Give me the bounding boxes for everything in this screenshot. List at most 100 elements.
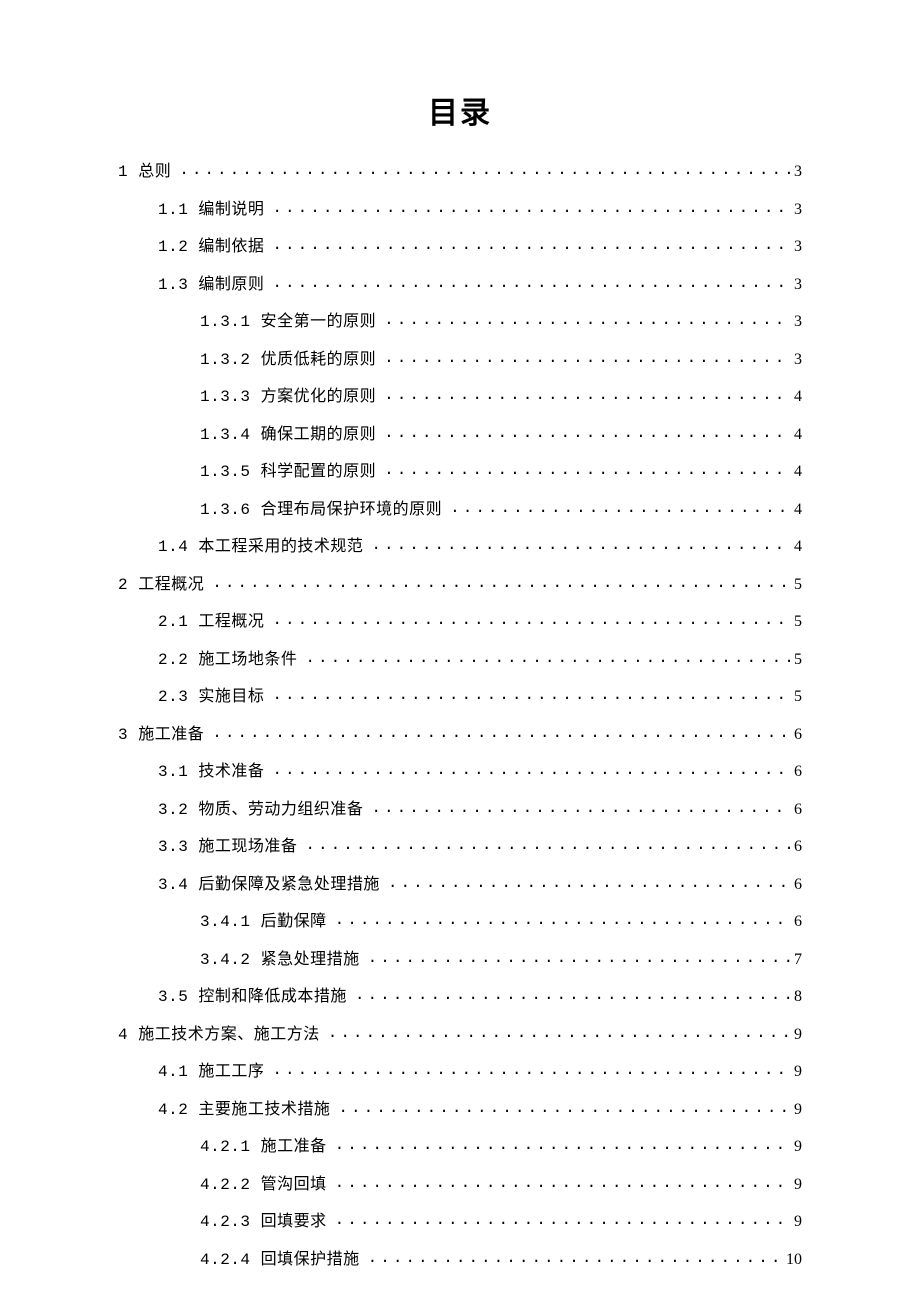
- toc-entry-label: 1.1 编制说明: [158, 202, 264, 218]
- toc-entry: 4.2.2 管沟回填 9: [118, 1173, 802, 1193]
- toc-entry-label: 2.2 施工场地条件: [158, 652, 297, 668]
- toc-leader-dots: [384, 460, 790, 476]
- toc-entry: 2.2 施工场地条件 5: [118, 648, 802, 668]
- toc-entry-label: 3.4.2 紧急处理措施: [200, 952, 360, 968]
- toc-entry: 1.3.2 优质低耗的原则 3: [118, 348, 802, 368]
- toc-entry-page: 6: [794, 802, 802, 818]
- toc-entry-page: 4: [794, 539, 802, 555]
- toc-entry: 1.4 本工程采用的技术规范 4: [118, 535, 802, 555]
- toc-entry: 1.2 编制依据 3: [118, 235, 802, 255]
- toc-entry-page: 5: [794, 652, 802, 668]
- toc-entry-label: 4.2 主要施工技术措施: [158, 1102, 330, 1118]
- toc-entry-label: 3.1 技术准备: [158, 764, 264, 780]
- toc-leader-dots: [355, 985, 790, 1001]
- toc-leader-dots: [450, 498, 790, 514]
- toc-entry: 2.3 实施目标 5: [118, 685, 802, 705]
- toc-entry-page: 7: [794, 952, 802, 968]
- toc-leader-dots: [368, 1248, 782, 1264]
- toc-entry-label: 2.3 实施目标: [158, 689, 264, 705]
- toc-entry-page: 4: [794, 389, 802, 405]
- document-page: 目录 1 总则31.1 编制说明31.2 编制依据31.3 编制原则31.3.1…: [0, 0, 920, 1268]
- toc-entry-label: 3 施工准备: [118, 727, 204, 743]
- toc-entry-label: 4.2.2 管沟回填: [200, 1177, 327, 1193]
- toc-entry-page: 3: [794, 202, 802, 218]
- toc-entry-label: 3.2 物质、劳动力组织准备: [158, 802, 363, 818]
- toc-entry: 1 总则3: [118, 160, 802, 180]
- toc-entry: 4.2.1 施工准备9: [118, 1135, 802, 1155]
- toc-entry: 2.1 工程概况5: [118, 610, 802, 630]
- toc-leader-dots: [179, 160, 790, 176]
- toc-entry-label: 1.3.4 确保工期的原则: [200, 427, 376, 443]
- toc-leader-dots: [371, 535, 790, 551]
- toc-leader-dots: [272, 235, 790, 251]
- toc-entry: 3.1 技术准备 6: [118, 760, 802, 780]
- toc-entry-page: 4: [794, 502, 802, 518]
- toc-leader-dots: [272, 685, 790, 701]
- toc-leader-dots: [335, 1173, 790, 1189]
- toc-leader-dots: [305, 835, 790, 851]
- toc-entry: 2 工程概况 5: [118, 573, 802, 593]
- toc-leader-dots: [384, 348, 790, 364]
- toc-entry-label: 1 总则: [118, 164, 171, 180]
- toc-entry: 3.2 物质、劳动力组织准备 6: [118, 798, 802, 818]
- toc-entry-label: 2 工程概况: [118, 577, 204, 593]
- toc-entry-page: 6: [794, 727, 802, 743]
- toc-entry-page: 9: [794, 1214, 802, 1230]
- toc-entry-label: 4 施工技术方案、施工方法: [118, 1027, 320, 1043]
- toc-entry-page: 3: [794, 239, 802, 255]
- toc-entry-label: 1.3.1 安全第一的原则: [200, 314, 376, 330]
- toc-entry-page: 3: [794, 277, 802, 293]
- toc-entry: 3.3 施工现场准备 6: [118, 835, 802, 855]
- toc-entry-page: 9: [794, 1064, 802, 1080]
- toc-entry-page: 5: [794, 689, 802, 705]
- toc-entry: 3.4 后勤保障及紧急处理措施 6: [118, 873, 802, 893]
- toc-entry-page: 3: [794, 352, 802, 368]
- toc-entry: 4.2.4 回填保护措施10: [118, 1248, 802, 1268]
- toc-entry: 3.4.1 后勤保障 6: [118, 910, 802, 930]
- toc-entry-page: 4: [794, 464, 802, 480]
- toc-entry-label: 1.3 编制原则: [158, 277, 264, 293]
- toc-entry: 1.3.4 确保工期的原则4: [118, 423, 802, 443]
- toc-entry-page: 3: [794, 314, 802, 330]
- toc-entry: 1.1 编制说明 3: [118, 198, 802, 218]
- toc-entry-label: 1.3.3 方案优化的原则: [200, 389, 376, 405]
- toc-leader-dots: [272, 273, 790, 289]
- toc-entry: 3 施工准备 6: [118, 723, 802, 743]
- toc-entry-label: 3.3 施工现场准备: [158, 839, 297, 855]
- toc-entry: 4 施工技术方案、施工方法9: [118, 1023, 802, 1043]
- toc-entry-page: 5: [794, 614, 802, 630]
- toc-leader-dots: [272, 610, 790, 626]
- toc-entry: 1.3.6 合理布局保护环境的原则4: [118, 498, 802, 518]
- toc-entry: 1.3.1 安全第一的原则 3: [118, 310, 802, 330]
- toc-entry-page: 9: [794, 1102, 802, 1118]
- toc-entry-page: 5: [794, 577, 802, 593]
- toc-entry: 1.3.5 科学配置的原则4: [118, 460, 802, 480]
- toc-entry-label: 4.2.3 回填要求: [200, 1214, 327, 1230]
- toc-entry-label: 1.2 编制依据: [158, 239, 264, 255]
- toc-entry-page: 6: [794, 764, 802, 780]
- toc-leader-dots: [384, 385, 790, 401]
- toc-leader-dots: [328, 1023, 790, 1039]
- toc-entry-page: 8: [794, 989, 802, 1005]
- toc-leader-dots: [384, 423, 790, 439]
- toc-leader-dots: [335, 910, 790, 926]
- toc-leader-dots: [272, 198, 790, 214]
- toc-entry: 3.4.2 紧急处理措施 7: [118, 948, 802, 968]
- toc-entry: 4.1 施工工序 9: [118, 1060, 802, 1080]
- toc-leader-dots: [335, 1210, 790, 1226]
- toc-entry-label: 3.4.1 后勤保障: [200, 914, 327, 930]
- toc-entry-page: 6: [794, 914, 802, 930]
- toc-entry-label: 1.4 本工程采用的技术规范: [158, 539, 363, 555]
- toc-leader-dots: [388, 873, 790, 889]
- toc-entry-label: 4.1 施工工序: [158, 1064, 264, 1080]
- toc-entry-label: 4.2.4 回填保护措施: [200, 1252, 360, 1268]
- toc-entry-page: 9: [794, 1177, 802, 1193]
- toc-leader-dots: [384, 310, 790, 326]
- toc-entry-label: 3.4 后勤保障及紧急处理措施: [158, 877, 380, 893]
- toc-list: 1 总则31.1 编制说明31.2 编制依据31.3 编制原则31.3.1 安全…: [118, 160, 802, 1268]
- toc-entry-label: 3.5 控制和降低成本措施: [158, 989, 347, 1005]
- toc-leader-dots: [335, 1135, 790, 1151]
- toc-entry-page: 6: [794, 877, 802, 893]
- toc-entry-page: 6: [794, 839, 802, 855]
- toc-entry-label: 1.3.2 优质低耗的原则: [200, 352, 376, 368]
